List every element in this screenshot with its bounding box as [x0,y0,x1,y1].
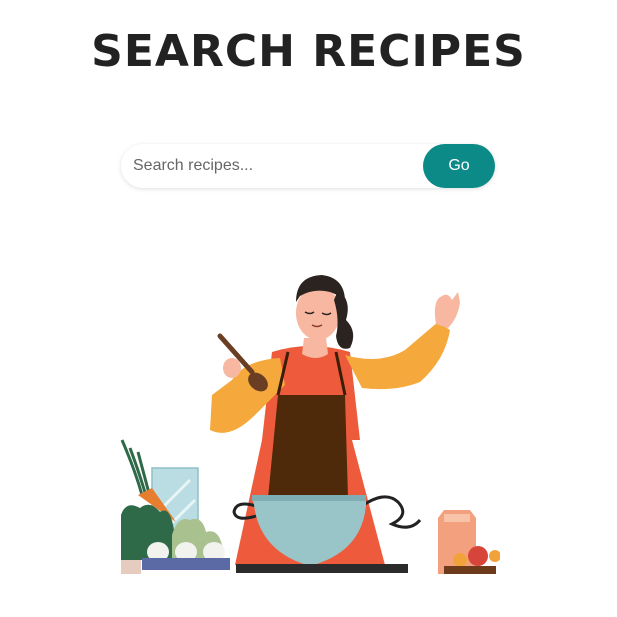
egg-tray [142,558,230,570]
apron [268,395,348,498]
counter [236,564,408,573]
orange [453,553,467,567]
search-bar: Go [121,144,495,188]
left-hand [223,358,241,378]
neck [302,338,328,358]
cooking-illustration [120,275,500,574]
right-arm [345,322,450,390]
tomato [468,546,488,566]
orange [489,550,500,562]
carton-top [444,514,470,522]
crate [121,560,141,574]
cutting-board [444,566,496,574]
bowl-rim [252,495,366,501]
search-input[interactable] [121,144,421,188]
carrot-leaves [120,439,152,498]
go-button[interactable]: Go [423,144,495,188]
page-title: SEARCH RECIPES [91,26,526,77]
raised-hand [434,292,460,328]
